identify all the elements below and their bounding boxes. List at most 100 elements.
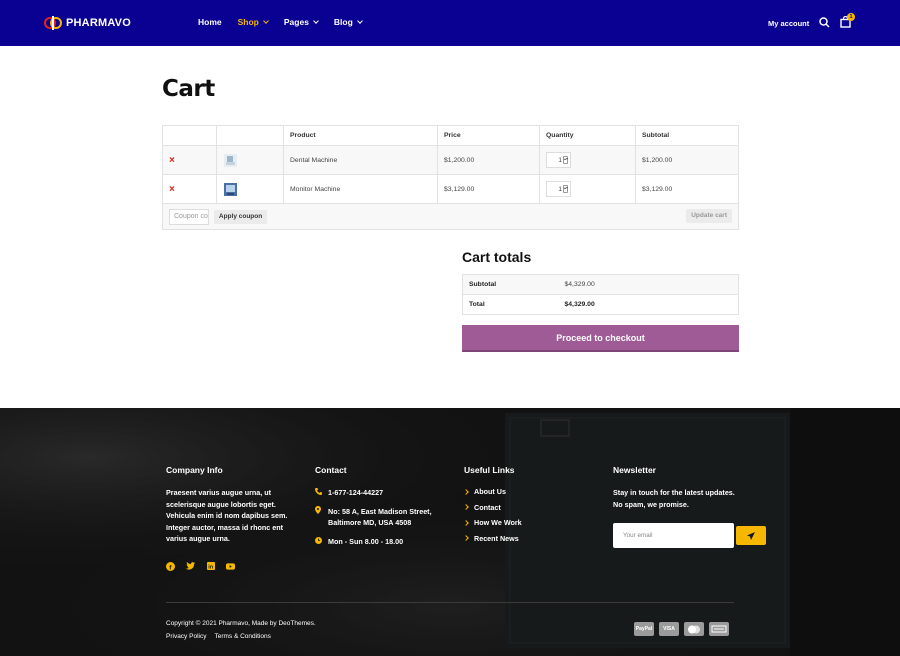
nav-pages[interactable]: Pages (283, 17, 319, 27)
footer-link-label: About Us (474, 487, 506, 496)
newsletter-submit-button[interactable] (736, 526, 766, 545)
nav-blog-label: Blog (333, 17, 353, 27)
linkedin-icon[interactable]: in (206, 562, 215, 571)
youtube-icon[interactable] (226, 562, 235, 571)
product-subtotal: $3,129.00 (635, 174, 739, 204)
footer-link-label: How We Work (474, 518, 522, 527)
proceed-to-checkout-button[interactable]: Proceed to checkout (462, 325, 739, 352)
payment-icons: PayPal VISA (634, 622, 729, 636)
mastercard-icon (684, 622, 704, 636)
chevron-down-icon (313, 18, 319, 24)
product-name[interactable]: Monitor Machine (283, 174, 438, 204)
page-title: Cart (162, 76, 215, 102)
total-label: Total (462, 294, 559, 315)
contact-hours: Mon - Sun 8.00 - 18.00 (315, 536, 445, 548)
table-row: × Dental Machine $1,200.00 1 ▴▾ $1,200.00 (162, 145, 739, 175)
map-marker-icon (315, 505, 323, 529)
nav-home[interactable]: Home (198, 17, 222, 27)
company-info-title: Company Info (166, 465, 223, 475)
update-cart-button[interactable]: Update cart (686, 208, 732, 223)
footer-link-recent-news[interactable]: Recent News (463, 534, 584, 543)
useful-links-column: Useful Links About Us Contact How We Wor… (463, 465, 584, 549)
phone-icon (315, 487, 323, 499)
footer-link-about-us[interactable]: About Us (463, 487, 584, 496)
subtotal-value: $4,329.00 (558, 274, 739, 295)
product-thumbnail[interactable] (216, 145, 284, 175)
twitter-icon[interactable] (186, 562, 195, 571)
quantity-cell: 1 ▴▾ (539, 145, 636, 175)
quantity-stepper[interactable]: 1 ▴▾ (546, 152, 571, 168)
remove-item-button[interactable]: × (162, 145, 217, 175)
remove-item-button[interactable]: × (162, 174, 217, 204)
table-row: × Monitor Machine $3,129.00 1 ▴▾ $3,129.0… (162, 174, 739, 204)
site-footer: Company Info Praesent varius augue urna,… (0, 408, 900, 656)
col-remove (162, 125, 217, 146)
footer-divider (166, 602, 734, 603)
cart-actions-row: Coupon code Apply coupon Update cart (162, 203, 739, 230)
coupon-input[interactable]: Coupon code (169, 208, 209, 225)
nav-pages-label: Pages (283, 17, 309, 27)
site-header: PHARMAVO Home Shop Pages Blog My account… (0, 0, 900, 46)
product-subtotal: $1,200.00 (635, 145, 739, 175)
privacy-policy-link[interactable]: Privacy Policy (166, 633, 206, 640)
facebook-icon[interactable]: f (166, 561, 175, 571)
chevron-right-icon (463, 519, 469, 526)
cart-actions: Coupon code Apply coupon Update cart (162, 203, 739, 230)
footer-link-contact[interactable]: Contact (463, 502, 584, 512)
chevron-right-icon (463, 535, 469, 541)
nav-home-label: Home (198, 17, 222, 27)
contact-address: No: 58 A, East Madison Street, Baltimore… (315, 505, 445, 529)
company-info-text: Praesent varius augue urna, ut scelerisq… (166, 488, 288, 543)
quantity-stepper[interactable]: 1 ▴▾ (546, 181, 571, 197)
total-value: $4,329.00 (558, 294, 739, 315)
newsletter-title: Newsletter (613, 465, 656, 475)
logo[interactable]: PHARMAVO (44, 14, 131, 32)
col-quantity: Quantity (539, 125, 636, 146)
my-account-link[interactable]: My account (768, 19, 809, 28)
copyright-text: Copyright © 2021 Pharmavo, Made by DeoTh… (166, 620, 316, 627)
contact-column: Contact 1-677-124-44227 No: 58 A, East M… (315, 465, 445, 554)
main-nav: Home Shop Pages Blog (198, 17, 363, 27)
address-text: No: 58 A, East Madison Street, Baltimore… (328, 506, 432, 528)
chevron-right-icon (463, 488, 469, 495)
footer-link-how-we-work[interactable]: How We Work (463, 518, 584, 527)
col-subtotal: Subtotal (635, 125, 739, 146)
col-price: Price (437, 125, 540, 146)
terms-link[interactable]: Terms & Conditions (214, 633, 270, 640)
contact-phone: 1-677-124-44227 (315, 487, 445, 499)
phone-number[interactable]: 1-677-124-44227 (328, 487, 383, 499)
newsletter-form: Your email (613, 523, 766, 548)
send-icon (747, 531, 755, 540)
quantity-value: 1 (558, 156, 562, 164)
newsletter-column: Newsletter Stay in touch for the latest … (613, 465, 766, 548)
total-row: Total $4,329.00 (462, 294, 739, 315)
spinner-icon[interactable]: ▴▾ (563, 156, 568, 164)
newsletter-text: Stay in touch for the latest updates. No… (613, 488, 735, 509)
social-links: f in (166, 561, 291, 571)
useful-links-title: Useful Links (464, 465, 515, 475)
clock-icon (315, 536, 323, 548)
col-product: Product (283, 125, 438, 146)
quantity-cell: 1 ▴▾ (539, 174, 636, 204)
visa-icon: VISA (659, 622, 679, 636)
nav-blog[interactable]: Blog (333, 17, 363, 27)
cart-count-badge: 1 (847, 13, 855, 21)
legal-links: Privacy Policy Terms & Conditions (166, 633, 271, 640)
product-thumbnail[interactable] (216, 174, 284, 204)
nav-shop[interactable]: Shop (237, 17, 269, 27)
product-price: $1,200.00 (437, 145, 540, 175)
product-name[interactable]: Dental Machine (283, 145, 438, 175)
footer-link-label: Contact (474, 502, 501, 512)
search-icon[interactable] (819, 17, 830, 28)
apply-coupon-button[interactable]: Apply coupon (213, 209, 268, 224)
svg-text:in: in (208, 565, 214, 570)
cart-table: Product Price Quantity Subtotal × Dental… (162, 125, 739, 230)
nav-shop-label: Shop (237, 17, 259, 27)
product-price: $3,129.00 (437, 174, 540, 204)
subtotal-row: Subtotal $4,329.00 (462, 274, 739, 295)
chevron-down-icon (263, 18, 269, 24)
table-header-row: Product Price Quantity Subtotal (162, 125, 739, 146)
quantity-value: 1 (558, 185, 562, 193)
newsletter-email-input[interactable]: Your email (613, 532, 736, 539)
spinner-icon[interactable]: ▴▾ (563, 185, 568, 193)
